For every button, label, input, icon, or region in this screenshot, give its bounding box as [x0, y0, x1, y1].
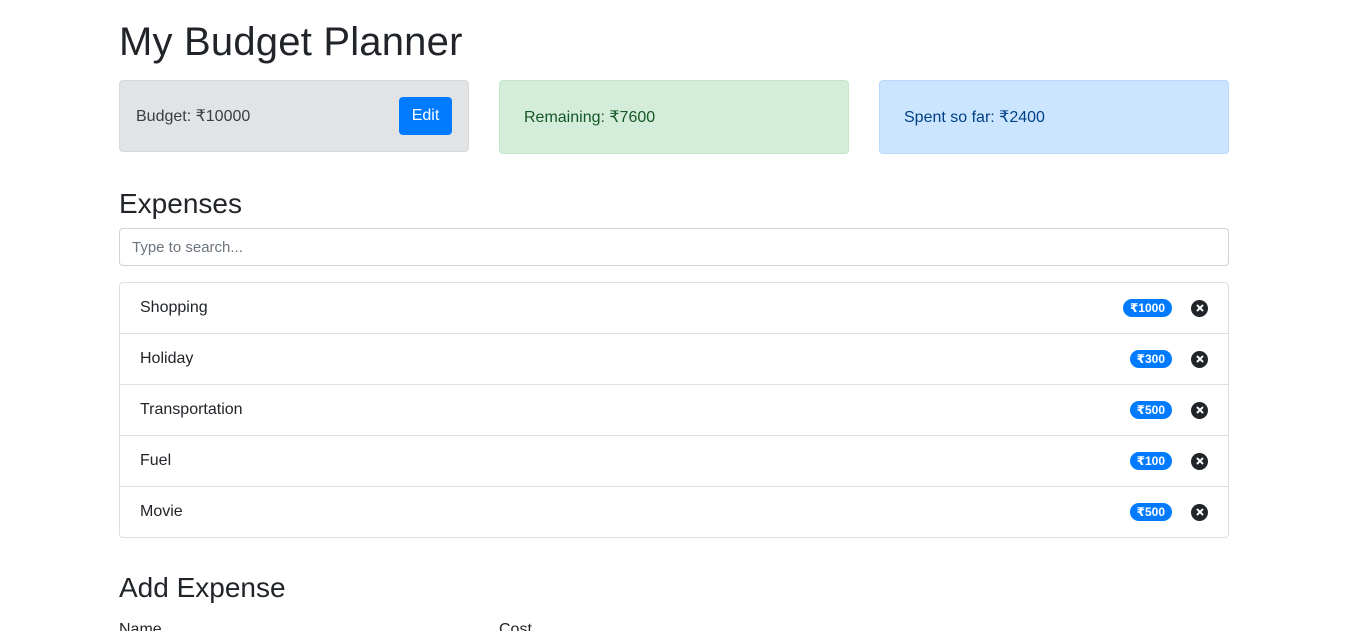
expense-cost-badge: ₹500 [1129, 401, 1172, 419]
budget-card: Budget: ₹10000 Edit [119, 80, 469, 152]
expenses-heading: Expenses [119, 188, 242, 219]
close-circle-icon[interactable] [1191, 503, 1208, 521]
list-item: Shopping ₹1000 [120, 283, 1228, 334]
budget-text: Budget: ₹10000 [136, 108, 251, 125]
name-field-label: Name [119, 621, 162, 631]
add-expense-heading: Add Expense [119, 572, 286, 603]
expense-name: Fuel [140, 452, 172, 469]
remaining-text: Remaining: ₹7600 [524, 109, 656, 126]
close-circle-icon[interactable] [1191, 350, 1208, 368]
spent-card: Spent so far: ₹2400 [879, 80, 1229, 154]
edit-budget-button[interactable]: Edit [399, 97, 452, 135]
list-item: Holiday ₹300 [120, 334, 1228, 385]
expense-cost-badge: ₹1000 [1122, 299, 1172, 317]
expense-name: Transportation [140, 401, 243, 418]
list-item: Fuel ₹100 [120, 436, 1228, 487]
list-item: Transportation ₹500 [120, 385, 1228, 436]
list-item: Movie ₹500 [120, 487, 1228, 537]
close-circle-icon[interactable] [1191, 299, 1208, 317]
page-title: My Budget Planner [119, 20, 463, 64]
expense-list: Shopping ₹1000 Holiday ₹300 Transportati… [119, 282, 1229, 538]
spent-text: Spent so far: ₹2400 [904, 109, 1045, 126]
search-input[interactable] [119, 228, 1229, 266]
expense-name: Holiday [140, 350, 194, 367]
close-circle-icon[interactable] [1191, 452, 1208, 470]
close-circle-icon[interactable] [1191, 401, 1208, 419]
remaining-card: Remaining: ₹7600 [499, 80, 849, 154]
expense-name: Movie [140, 503, 183, 520]
expense-name: Shopping [140, 299, 208, 316]
expense-cost-badge: ₹300 [1129, 350, 1172, 368]
expense-cost-badge: ₹100 [1129, 452, 1172, 470]
expense-cost-badge: ₹500 [1129, 503, 1172, 521]
cost-field-label: Cost [499, 621, 532, 631]
